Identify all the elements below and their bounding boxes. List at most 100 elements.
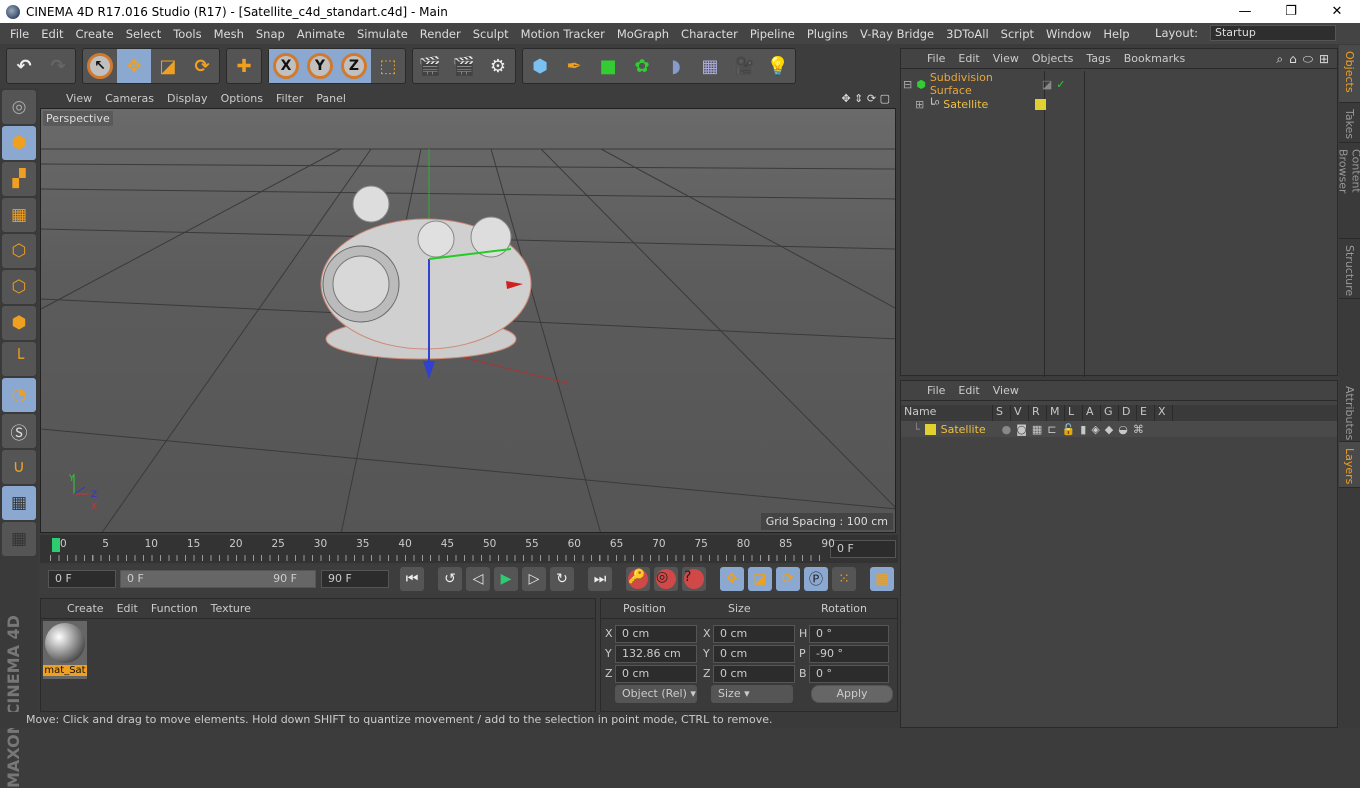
solo-icon[interactable]: ●: [1002, 423, 1012, 436]
locked-workplane-icon[interactable]: ▦: [2, 486, 36, 520]
go-to-start-icon[interactable]: ⏮: [400, 567, 424, 591]
viewport-menu-options[interactable]: Options: [221, 92, 263, 105]
rotation-p-field[interactable]: -90 °: [809, 645, 889, 663]
go-to-previous-key-icon[interactable]: ↺: [438, 567, 462, 591]
visibility-icon[interactable]: ⬭: [1303, 52, 1313, 67]
viewport-menu-filter[interactable]: Filter: [276, 92, 303, 105]
keyframe-selection-icon[interactable]: ?: [682, 567, 706, 591]
position-z-field[interactable]: 0 cm: [615, 665, 697, 683]
rotate-icon[interactable]: ⟳: [185, 49, 219, 83]
key-scale-icon[interactable]: ◪: [748, 567, 772, 591]
material-menu-create[interactable]: Create: [67, 602, 104, 615]
material-menu-edit[interactable]: Edit: [117, 602, 138, 615]
go-to-next-key-icon[interactable]: ↻: [550, 567, 574, 591]
menu-mograph[interactable]: MoGraph: [617, 27, 669, 41]
xref-icon[interactable]: ⌘: [1133, 423, 1144, 436]
material-swatch[interactable]: mat_Sat: [43, 621, 87, 679]
position-x-field[interactable]: 0 cm: [615, 625, 697, 643]
edges-mode-icon[interactable]: ⬡: [2, 270, 36, 304]
go-to-end-icon[interactable]: ⏭: [588, 567, 612, 591]
points-mode-icon[interactable]: ⬡: [2, 234, 36, 268]
autokey-icon[interactable]: ◎: [654, 567, 678, 591]
menu-plugins[interactable]: Plugins: [807, 27, 848, 41]
light-icon[interactable]: 💡: [761, 49, 795, 83]
timeline-window-icon[interactable]: ▤: [870, 567, 894, 591]
material-menu-texture[interactable]: Texture: [211, 602, 251, 615]
tab-structure[interactable]: Structure: [1339, 239, 1360, 299]
tab-content-browser[interactable]: Content Browser: [1337, 143, 1360, 239]
apply-button[interactable]: Apply: [811, 685, 893, 703]
move-icon[interactable]: ✥: [117, 49, 151, 83]
menu-help[interactable]: Help: [1103, 27, 1129, 41]
menu-3dtoall[interactable]: 3DToAll: [946, 27, 989, 41]
object-menu-file[interactable]: File: [927, 52, 945, 65]
menu-snap[interactable]: Snap: [256, 27, 285, 41]
layer-column-r[interactable]: R: [1029, 405, 1047, 421]
key-parameter-icon[interactable]: Ⓟ: [804, 567, 828, 591]
menu-edit[interactable]: Edit: [41, 27, 63, 41]
layer-column-d[interactable]: D: [1119, 405, 1137, 421]
size-z-field[interactable]: 0 cm: [713, 665, 795, 683]
animation-icon[interactable]: ▮: [1080, 423, 1086, 436]
maximize-button[interactable]: ❐: [1268, 0, 1314, 23]
texture-mode-icon[interactable]: ▞: [2, 162, 36, 196]
undo-icon[interactable]: ↶: [7, 49, 41, 83]
render-picture-viewer-icon[interactable]: 🎬: [447, 49, 481, 83]
workplane-icon[interactable]: ▦: [2, 198, 36, 232]
menu-simulate[interactable]: Simulate: [357, 27, 408, 41]
generators-icon[interactable]: ◈: [1091, 423, 1099, 436]
current-frame-field[interactable]: 0 F: [830, 540, 896, 558]
start-frame-field[interactable]: 0 F: [48, 570, 116, 588]
menu-mesh[interactable]: Mesh: [214, 27, 244, 41]
deformers-icon[interactable]: ◆: [1105, 423, 1113, 436]
x-axis-button[interactable]: X: [269, 49, 303, 83]
render-icon[interactable]: ▦: [1032, 423, 1042, 436]
size-mode-dropdown[interactable]: Size ▾: [711, 685, 793, 703]
end-frame-field[interactable]: 90 F: [321, 570, 389, 588]
coordinate-mode-dropdown[interactable]: Object (Rel) ▾: [615, 685, 697, 703]
menu-v-ray-bridge[interactable]: V-Ray Bridge: [860, 27, 934, 41]
magnet-icon[interactable]: ∪: [2, 450, 36, 484]
lock-icon[interactable]: 🔓: [1062, 423, 1076, 436]
record-keys-icon[interactable]: 🔑: [626, 567, 650, 591]
menu-render[interactable]: Render: [420, 27, 461, 41]
pen-icon[interactable]: ✒: [557, 49, 591, 83]
key-position-icon[interactable]: ✥: [720, 567, 744, 591]
size-x-field[interactable]: 0 cm: [713, 625, 795, 643]
cube-icon[interactable]: ⬢: [523, 49, 557, 83]
snap-icon[interactable]: Ⓢ: [2, 414, 36, 448]
layer-color-icon[interactable]: [924, 423, 936, 435]
layer-menu-file[interactable]: File: [927, 384, 945, 397]
add-icon[interactable]: ✚: [227, 49, 261, 83]
manager-icon[interactable]: ⊏: [1047, 423, 1056, 436]
editor-render-toggle-icon[interactable]: ◪: [1042, 78, 1052, 91]
next-frame-icon[interactable]: ▷: [522, 567, 546, 591]
size-y-field[interactable]: 0 cm: [713, 645, 795, 663]
layer-column-a[interactable]: A: [1083, 405, 1101, 421]
menu-tools[interactable]: Tools: [173, 27, 201, 41]
select-icon[interactable]: ↖: [83, 49, 117, 83]
make-editable-icon[interactable]: ◎: [2, 90, 36, 124]
layer-column-l[interactable]: L: [1065, 405, 1083, 421]
rotation-b-field[interactable]: 0 °: [809, 665, 889, 683]
object-menu-objects[interactable]: Objects: [1032, 52, 1074, 65]
close-button[interactable]: ✕: [1314, 0, 1360, 23]
material-menu-function[interactable]: Function: [151, 602, 198, 615]
collapse-icon[interactable]: ⊟: [903, 78, 912, 91]
play-icon[interactable]: ▶: [494, 567, 518, 591]
deformer-icon[interactable]: ◗: [659, 49, 693, 83]
object-row[interactable]: ⊟ ⬢ Subdivision Surface ◪ ✓: [903, 71, 1083, 97]
object-menu-edit[interactable]: Edit: [958, 52, 979, 65]
polygons-mode-icon[interactable]: ⬢: [2, 306, 36, 340]
layer-column-e[interactable]: E: [1137, 405, 1155, 421]
timeline-ruler[interactable]: 0 F 0 5 10 15 20 25 30 35 40 45 50 55 60 65 70 75 80 85 90: [40, 535, 898, 563]
layer-menu-view[interactable]: View: [993, 384, 1019, 397]
array-icon[interactable]: ✿: [625, 49, 659, 83]
menu-motion-tracker[interactable]: Motion Tracker: [521, 27, 605, 41]
object-row[interactable]: ⊞ └⁰ Satellite: [915, 95, 1085, 113]
tab-attributes[interactable]: Attributes: [1339, 380, 1360, 442]
camera-icon[interactable]: 🎥: [727, 49, 761, 83]
menu-script[interactable]: Script: [1001, 27, 1034, 41]
planar-workplane-icon[interactable]: ▦: [2, 522, 36, 556]
layer-row[interactable]: └ Satellite ● ◙ ▦ ⊏ 🔓 ▮ ◈ ◆ ◒ ⌘: [901, 421, 1337, 437]
